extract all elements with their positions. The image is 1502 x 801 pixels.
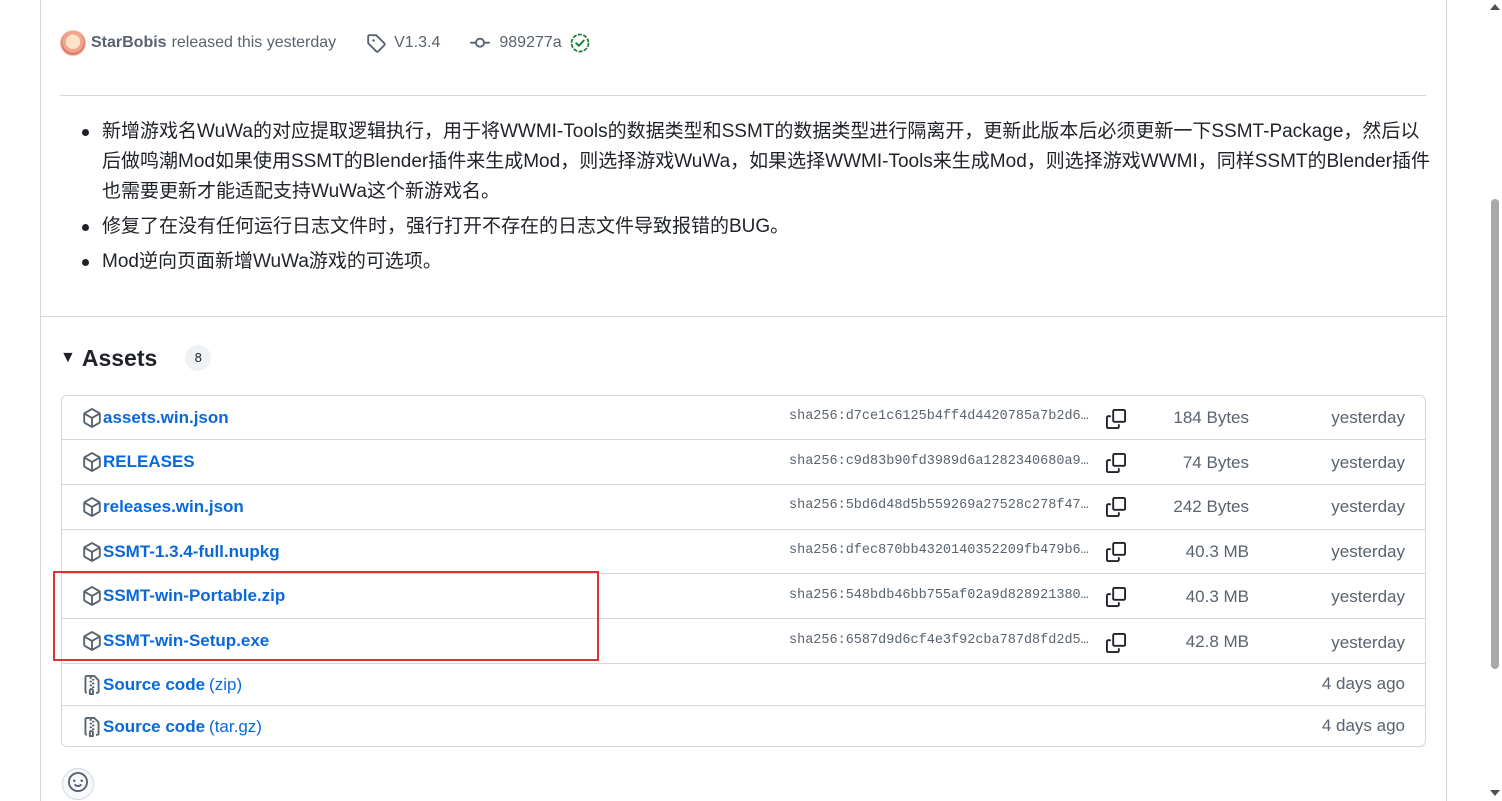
release-notes: 新增游戏名WuWa的对应提取逻辑执行，用于将WWMI-Tools的数据类型和SS…: [60, 117, 1430, 282]
asset-date: 4 days ago: [1321, 674, 1405, 693]
package-icon: [82, 452, 102, 472]
release-page: StarBobis released this yesterday V1.3.4…: [0, 0, 1502, 801]
asset-row: SSMT-1.3.4-full.nupkg sha256:dfec870bb43…: [62, 530, 1425, 574]
asset-date: yesterday: [1331, 497, 1405, 516]
author-link[interactable]: StarBobis: [91, 34, 167, 52]
note-item: Mod逆向页面新增WuWa游戏的可选项。: [60, 247, 1430, 277]
source-targz-suffix[interactable]: (tar.gz): [209, 717, 262, 737]
highlight-box: [53, 571, 599, 661]
assets-toggle[interactable]: ▼ Assets 8: [60, 340, 212, 376]
tag-icon: [366, 33, 386, 53]
caret-down-icon: ▼: [60, 349, 76, 366]
asset-row: releases.win.json sha256:5bd6d48d5b55926…: [62, 485, 1425, 530]
asset-link[interactable]: releases.win.json: [103, 497, 244, 517]
card-border-left: [40, 0, 41, 801]
verified-check-icon[interactable]: [570, 33, 590, 53]
tag-link[interactable]: V1.3.4: [394, 34, 440, 52]
release-meta: StarBobis released this yesterday V1.3.4…: [60, 28, 590, 58]
asset-size: 42.8 MB: [1185, 632, 1249, 651]
scroll-up-arrow-icon[interactable]: [1490, 4, 1500, 10]
note-item: 修复了在没有任何运行日志文件时，强行打开不存在的日志文件导致报错的BUG。: [60, 212, 1430, 242]
copy-icon[interactable]: [1105, 541, 1127, 563]
smiley-icon: [68, 771, 88, 797]
package-icon: [82, 497, 102, 517]
asset-size: 242 Bytes: [1173, 497, 1249, 516]
copy-icon[interactable]: [1105, 586, 1127, 608]
asset-date: 4 days ago: [1321, 716, 1405, 735]
commit-icon: [470, 33, 491, 53]
package-icon: [82, 407, 102, 428]
scroll-down-arrow-icon[interactable]: [1490, 790, 1500, 796]
asset-row: assets.win.json sha256:d7ce1c6125b4ff4d4…: [62, 396, 1425, 440]
asset-sha: sha256:5bd6d48d5b559269a27528c278f47…: [789, 498, 1089, 513]
note-item: 新增游戏名WuWa的对应提取逻辑执行，用于将WWMI-Tools的数据类型和SS…: [60, 117, 1430, 207]
asset-size: 40.3 MB: [1185, 587, 1249, 606]
copy-icon[interactable]: [1105, 632, 1127, 654]
asset-link[interactable]: RELEASES: [103, 452, 195, 472]
asset-row: RELEASES sha256:c9d83b90fd3989d6a1282340…: [62, 440, 1425, 485]
card-border-right: [1446, 0, 1447, 801]
asset-sha: sha256:c9d83b90fd3989d6a1282340680a9…: [789, 454, 1089, 469]
commit-link[interactable]: 989277a: [499, 34, 561, 52]
asset-size: 184 Bytes: [1173, 408, 1249, 427]
file-zip-icon: [82, 674, 102, 695]
file-zip-icon: [82, 717, 102, 737]
source-targz-link[interactable]: Source code: [103, 717, 205, 737]
copy-icon[interactable]: [1105, 408, 1127, 430]
assets-title: Assets: [81, 344, 158, 371]
asset-sha: sha256:d7ce1c6125b4ff4d4420785a7b2d6…: [789, 409, 1089, 424]
asset-date: yesterday: [1331, 633, 1405, 652]
released-text: released this yesterday: [171, 34, 337, 51]
avatar[interactable]: [60, 30, 86, 56]
asset-sha: sha256:548bdb46bb755af02a9d828921380…: [789, 588, 1089, 603]
section-divider: [40, 316, 1447, 317]
asset-link[interactable]: SSMT-1.3.4-full.nupkg: [103, 542, 280, 562]
assets-count-badge: 8: [185, 345, 212, 371]
asset-sha: sha256:6587d9d6cf4e3f92cba787d8fd2d5…: [789, 633, 1089, 648]
scrollbar-thumb[interactable]: [1491, 199, 1499, 669]
source-zip-link[interactable]: Source code: [103, 675, 205, 695]
source-row: Source code (tar.gz) 4 days ago: [62, 706, 1425, 746]
asset-date: yesterday: [1331, 453, 1405, 472]
copy-icon[interactable]: [1105, 452, 1127, 474]
asset-sha: sha256:dfec870bb4320140352209fb479b6…: [789, 543, 1089, 558]
asset-size: 74 Bytes: [1182, 453, 1249, 472]
source-row: Source code (zip) 4 days ago: [62, 664, 1425, 706]
add-reaction-button[interactable]: [62, 768, 94, 800]
asset-date: yesterday: [1331, 408, 1405, 427]
asset-size: 40.3 MB: [1185, 542, 1249, 561]
asset-date: yesterday: [1331, 542, 1405, 561]
source-zip-suffix[interactable]: (zip): [209, 675, 242, 695]
asset-date: yesterday: [1331, 587, 1405, 606]
asset-link[interactable]: assets.win.json: [103, 408, 229, 428]
package-icon: [82, 541, 102, 562]
copy-icon[interactable]: [1105, 496, 1127, 518]
divider: [60, 95, 1426, 96]
